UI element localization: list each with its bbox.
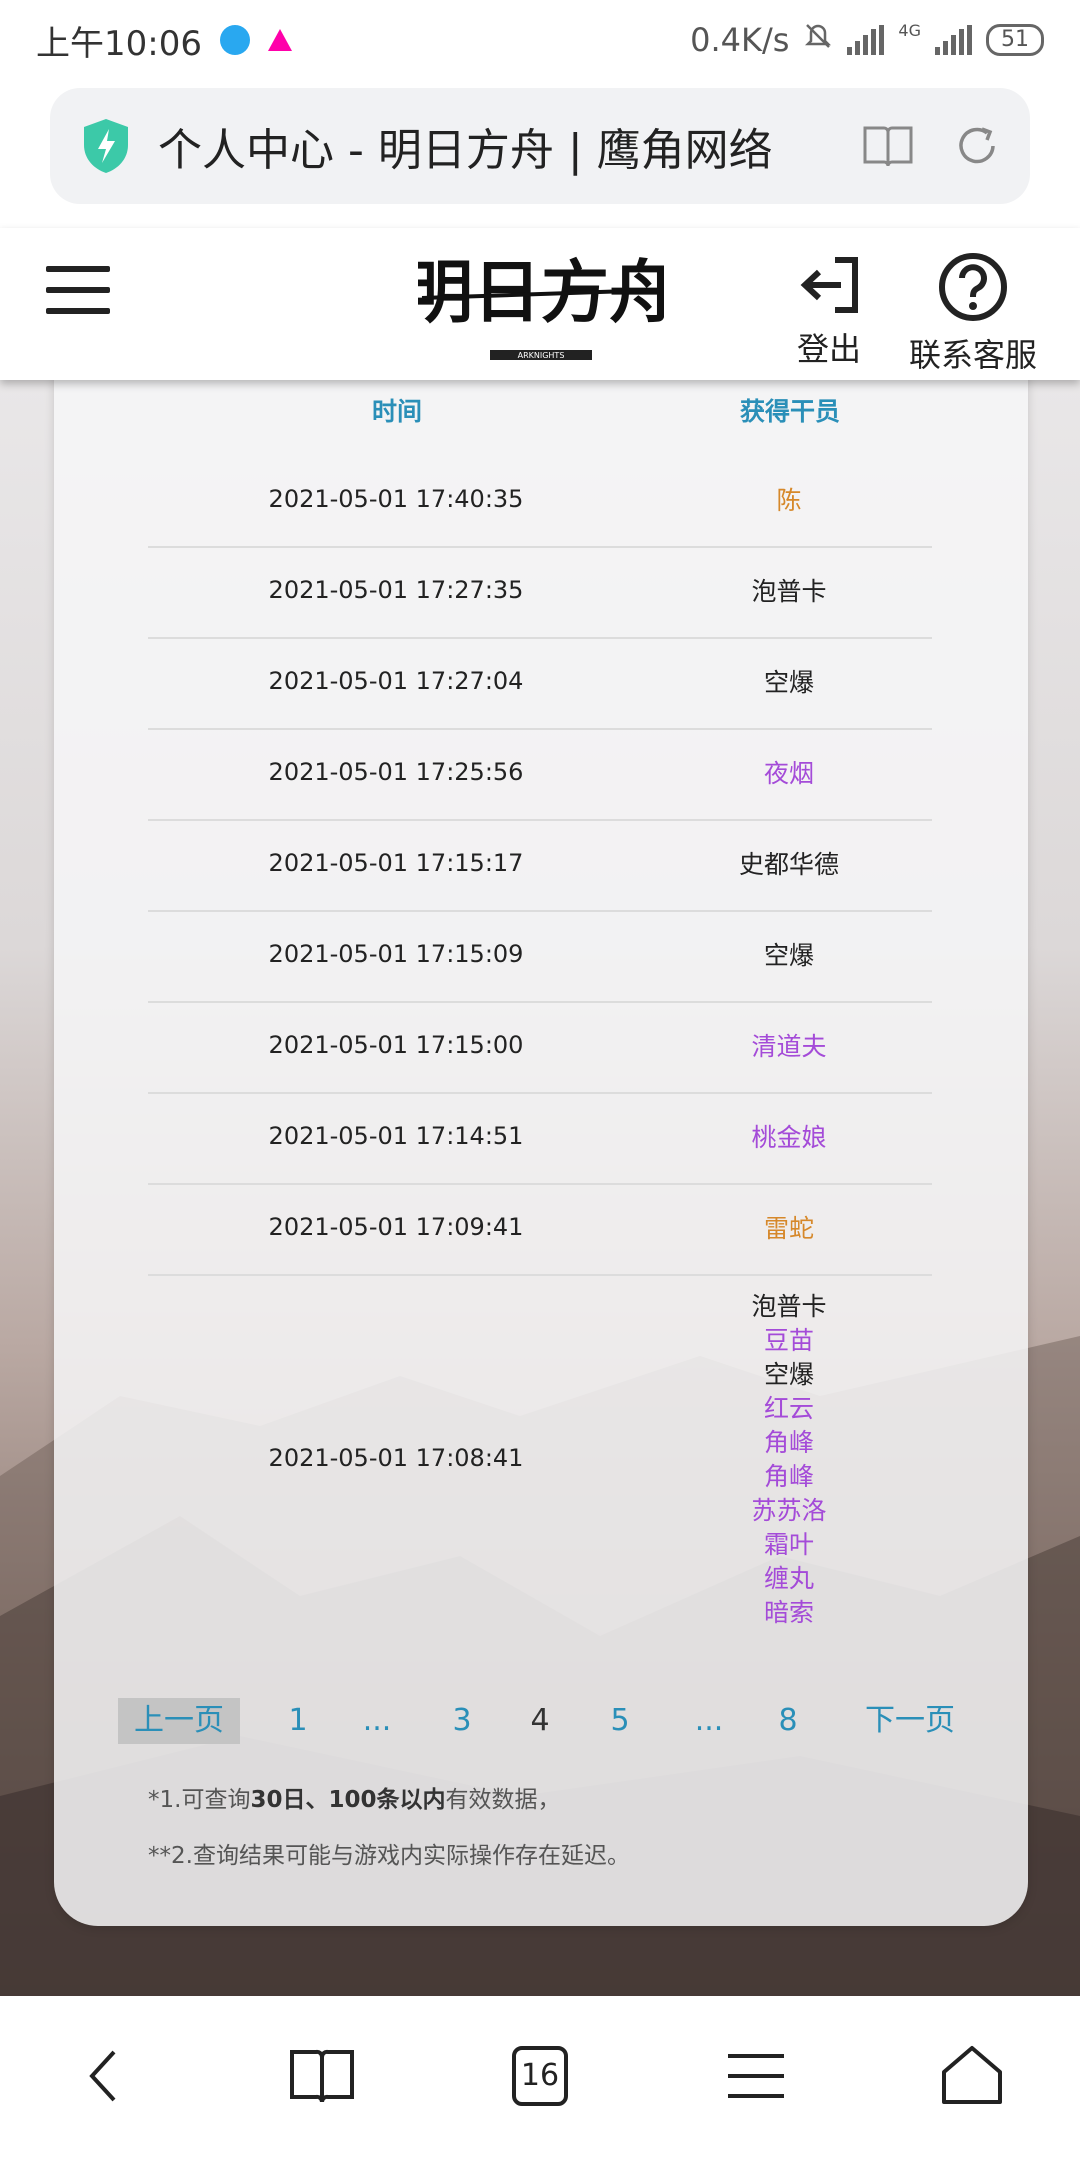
page-1-link[interactable]: 1 xyxy=(278,1698,318,1744)
bookmarks-icon[interactable] xyxy=(286,2040,358,2112)
battery-icon: 51 xyxy=(986,24,1044,56)
row-time: 2021-05-01 17:40:35 xyxy=(268,485,524,513)
table-row: 2021-05-01 17:09:41 雷蛇 xyxy=(148,1184,932,1276)
network-type: 4G xyxy=(898,21,921,40)
reader-mode-icon[interactable] xyxy=(862,124,914,168)
page-4-current: 4 xyxy=(530,1703,550,1738)
help-icon xyxy=(939,253,1007,321)
logo-subtext: ARKNIGHTS xyxy=(518,351,565,360)
operator-name: 空爆 xyxy=(763,1360,814,1389)
row-time: 2021-05-01 17:08:41 xyxy=(268,1444,524,1472)
app-notification-icon xyxy=(219,25,250,55)
operator-name: 泡普卡 xyxy=(751,1292,827,1321)
logout-label: 登出 xyxy=(796,330,861,368)
operator-name: 苏苏洛 xyxy=(751,1496,827,1525)
operator-name: 缠丸 xyxy=(763,1564,814,1593)
operator-name: 豆苗 xyxy=(763,1326,814,1355)
row-time: 2021-05-01 17:25:56 xyxy=(268,758,524,786)
pagination: 上一页 1 ... 3 4 5 ... 8 下一页 xyxy=(118,1698,968,1746)
table-row: 2021-05-01 17:08:41 泡普卡 豆苗 空爆 红云 角峰 角峰 苏苏洛 霜叶 缠丸暗… xyxy=(148,1275,932,1645)
page-8-link[interactable]: 8 xyxy=(768,1698,808,1744)
row-operators: 泡普卡 xyxy=(644,575,934,609)
operator-name: 清道夫 xyxy=(751,1032,827,1061)
row-operators: 雷蛇 xyxy=(644,1212,934,1246)
operator-name: 空爆 xyxy=(763,941,814,970)
refresh-icon[interactable] xyxy=(954,123,1000,169)
row-time: 2021-05-01 17:27:35 xyxy=(268,576,524,604)
operator-name: 陈 xyxy=(776,486,802,515)
note-1: *1.可查询30日、100条以内有效数据， xyxy=(148,1787,561,1813)
operator-name: 雷蛇 xyxy=(763,1214,814,1243)
table-row: 2021-05-01 17:25:56 夜烟 xyxy=(148,729,932,821)
operator-name: 夜烟 xyxy=(763,759,814,788)
menu-icon-bottom[interactable] xyxy=(720,2040,792,2112)
logout-button[interactable]: 登出 xyxy=(796,252,862,370)
browser-bottom-bar: 16 xyxy=(0,1996,1080,2160)
address-bar[interactable]: 个人中心 - 明日方舟 | 鹰角网络 xyxy=(50,88,1030,204)
page-ellipsis[interactable]: ... xyxy=(352,1698,402,1744)
page-title: 个人中心 - 明日方舟 | 鹰角网络 xyxy=(158,125,773,176)
page-3-link[interactable]: 3 xyxy=(442,1698,482,1744)
row-operators: 夜烟 xyxy=(644,757,934,791)
page-ellipsis-2[interactable]: ... xyxy=(684,1698,734,1744)
operator-name: 空爆 xyxy=(763,668,814,697)
customer-service-button[interactable]: 联系客服 xyxy=(908,252,1038,376)
row-time: 2021-05-01 17:27:04 xyxy=(268,667,524,695)
logout-icon xyxy=(800,257,858,313)
status-bar: 上午10:06 0.4K/s 4G 51 xyxy=(0,0,1080,80)
column-header-operators: 获得干员 xyxy=(740,397,841,426)
row-time: 2021-05-01 17:15:09 xyxy=(268,940,524,968)
operator-name: 泡普卡 xyxy=(751,577,827,606)
clock: 上午10:06 xyxy=(36,23,202,64)
next-page-button[interactable]: 下一页 xyxy=(850,1698,970,1744)
row-operators: 桃金娘 xyxy=(644,1121,934,1155)
row-time: 2021-05-01 17:14:51 xyxy=(268,1122,524,1150)
row-operators: 清道夫 xyxy=(644,1030,934,1064)
operator-name: 史都华德 xyxy=(738,850,839,879)
row-time: 2021-05-01 17:15:17 xyxy=(268,849,524,877)
mute-icon xyxy=(803,21,833,59)
operator-name: 红云 xyxy=(763,1394,814,1423)
note-2: **2.查询结果可能与游戏内实际操作存在延迟。 xyxy=(148,1843,630,1869)
tabs-button[interactable]: 16 xyxy=(504,2040,576,2112)
row-operators: 空爆 xyxy=(644,666,934,700)
table-row: 2021-05-01 17:27:04 空爆 xyxy=(148,638,932,730)
arknights-logo[interactable]: 明日方舟 ARKNIGHTS xyxy=(405,248,677,368)
app-notification-icon-2 xyxy=(267,29,292,51)
signal-icon-2 xyxy=(935,25,972,55)
row-operators: 陈 xyxy=(644,484,934,518)
network-speed: 0.4K/s xyxy=(690,21,790,59)
table-row: 2021-05-01 17:15:17 史都华德 xyxy=(148,820,932,912)
operator-name: 暗索 xyxy=(763,1598,814,1627)
operator-name: 桃金娘 xyxy=(751,1123,827,1152)
operator-name: 霜叶 xyxy=(763,1530,814,1559)
home-icon[interactable] xyxy=(936,2040,1008,2112)
operator-name: 角峰 xyxy=(763,1462,814,1491)
row-operators: 史都华德 xyxy=(644,848,934,882)
page-5-link[interactable]: 5 xyxy=(600,1698,640,1744)
security-shield-icon xyxy=(84,119,128,173)
row-operators: 泡普卡 豆苗 空爆 红云 角峰 角峰 苏苏洛 霜叶 缠丸 暗索 xyxy=(644,1290,934,1630)
column-header-time: 时间 xyxy=(372,397,423,426)
tab-count: 16 xyxy=(520,2058,560,2093)
back-icon[interactable] xyxy=(70,2040,142,2112)
table-row: 2021-05-01 17:15:09 空爆 xyxy=(148,911,932,1003)
operator-name: 角峰 xyxy=(763,1428,814,1457)
row-time: 2021-05-01 17:09:41 xyxy=(268,1213,524,1241)
table-row: 2021-05-01 17:15:00 清道夫 xyxy=(148,1002,932,1094)
table-row: 2021-05-01 17:27:35 泡普卡 xyxy=(148,547,932,639)
table-row: 2021-05-01 17:40:35 陈 xyxy=(148,456,932,548)
signal-icon xyxy=(847,25,885,55)
menu-icon[interactable] xyxy=(46,266,110,316)
table-row: 2021-05-01 17:14:51 桃金娘 xyxy=(148,1093,932,1185)
row-time: 2021-05-01 17:15:00 xyxy=(268,1031,524,1059)
site-header: 明日方舟 ARKNIGHTS 登出 联系客服 xyxy=(0,228,1080,380)
customer-service-label: 联系客服 xyxy=(908,336,1037,374)
row-operators: 空爆 xyxy=(644,939,934,973)
prev-page-button[interactable]: 上一页 xyxy=(118,1698,240,1744)
